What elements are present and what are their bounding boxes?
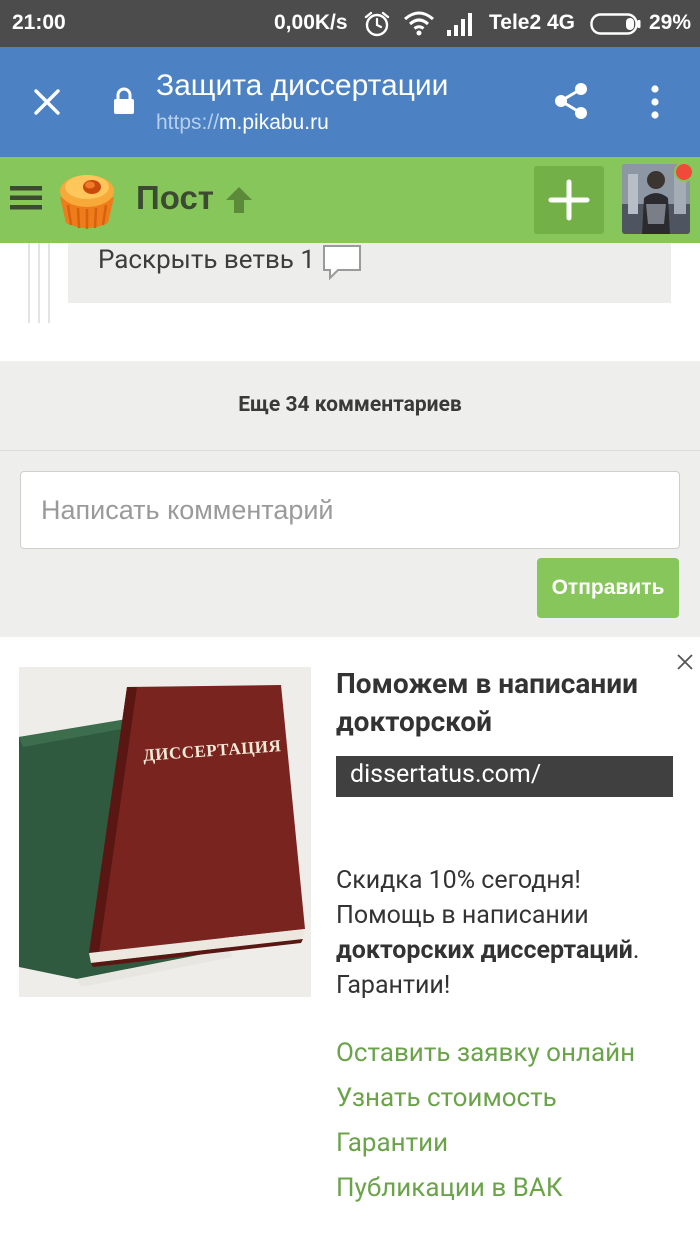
wifi-icon — [404, 11, 434, 36]
ad-description: Скидка 10% сегодня! Помощь в написании д… — [336, 863, 676, 1003]
ad-headline[interactable]: Поможем в написании докторской — [336, 665, 676, 741]
comment-form: Отправить — [0, 451, 700, 637]
ad-link-guarantees[interactable]: Гарантии — [336, 1121, 635, 1166]
comment-input[interactable] — [20, 471, 680, 549]
more-vert-icon[interactable] — [644, 83, 666, 121]
ad-desc-bold: докторских диссертаций — [336, 936, 633, 965]
ad-link-publications[interactable]: Публикации в ВАК — [336, 1166, 635, 1211]
ad-domain[interactable]: dissertatus.com/ — [336, 756, 673, 797]
pikabu-logo[interactable] — [54, 167, 120, 233]
section-title: Пост — [136, 179, 214, 216]
thread-line — [28, 243, 30, 323]
ad-image[interactable]: ДИССЕРТАЦИЯ — [19, 667, 311, 997]
arrow-up-icon[interactable] — [224, 185, 254, 215]
share-icon[interactable] — [551, 81, 591, 121]
close-icon[interactable] — [28, 83, 66, 121]
thread-line — [38, 243, 40, 323]
more-comments-label[interactable]: Еще 34 комментариев — [0, 393, 700, 417]
status-bar: 21:00 0,00K/s Tele2 4G 29% — [0, 0, 700, 47]
status-battery-percent: 29% — [649, 11, 692, 34]
more-comments-bar[interactable]: Еще 34 комментариев — [0, 361, 700, 451]
expand-branch-label[interactable]: Раскрыть ветвь 1 — [98, 245, 315, 275]
ad-desc-text-1: Скидка 10% сегодня! Помощь в написании — [336, 866, 589, 930]
ad-link-price[interactable]: Узнать стоимость — [336, 1076, 635, 1121]
browser-url[interactable]: https://m.pikabu.ru — [156, 111, 329, 135]
dissertation-books-image — [19, 667, 311, 997]
status-net-speed: 0,00K/s — [274, 11, 348, 34]
ad-links: Оставить заявку онлайн Узнать стоимость … — [336, 1031, 635, 1211]
site-header: Пост — [0, 157, 700, 243]
battery-icon — [590, 13, 641, 35]
url-scheme: https:// — [156, 111, 220, 134]
ad-link-apply[interactable]: Оставить заявку онлайн — [336, 1031, 635, 1076]
menu-icon[interactable] — [10, 184, 42, 212]
notification-badge — [674, 162, 694, 182]
thread-lines — [28, 243, 52, 323]
url-host: m.pikabu.ru — [219, 111, 329, 134]
signal-icon — [447, 13, 472, 36]
comment-bubble-icon — [323, 245, 361, 280]
expand-branch-box[interactable]: Раскрыть ветвь 1 — [68, 243, 671, 303]
add-post-button[interactable] — [534, 166, 604, 234]
send-button[interactable]: Отправить — [537, 558, 679, 618]
status-time: 21:00 — [12, 11, 66, 34]
browser-page-title: Защита диссертации — [156, 69, 449, 102]
lock-icon — [114, 87, 134, 114]
ad-block: ДИССЕРТАЦИЯ Поможем в написании докторск… — [0, 637, 700, 1244]
close-ad-icon[interactable] — [674, 651, 696, 673]
status-carrier: Tele2 4G — [489, 11, 575, 34]
thread-line — [48, 243, 50, 323]
browser-toolbar: Защита диссертации https://m.pikabu.ru — [0, 47, 700, 157]
alarm-icon — [364, 11, 390, 37]
plus-icon — [548, 179, 590, 221]
